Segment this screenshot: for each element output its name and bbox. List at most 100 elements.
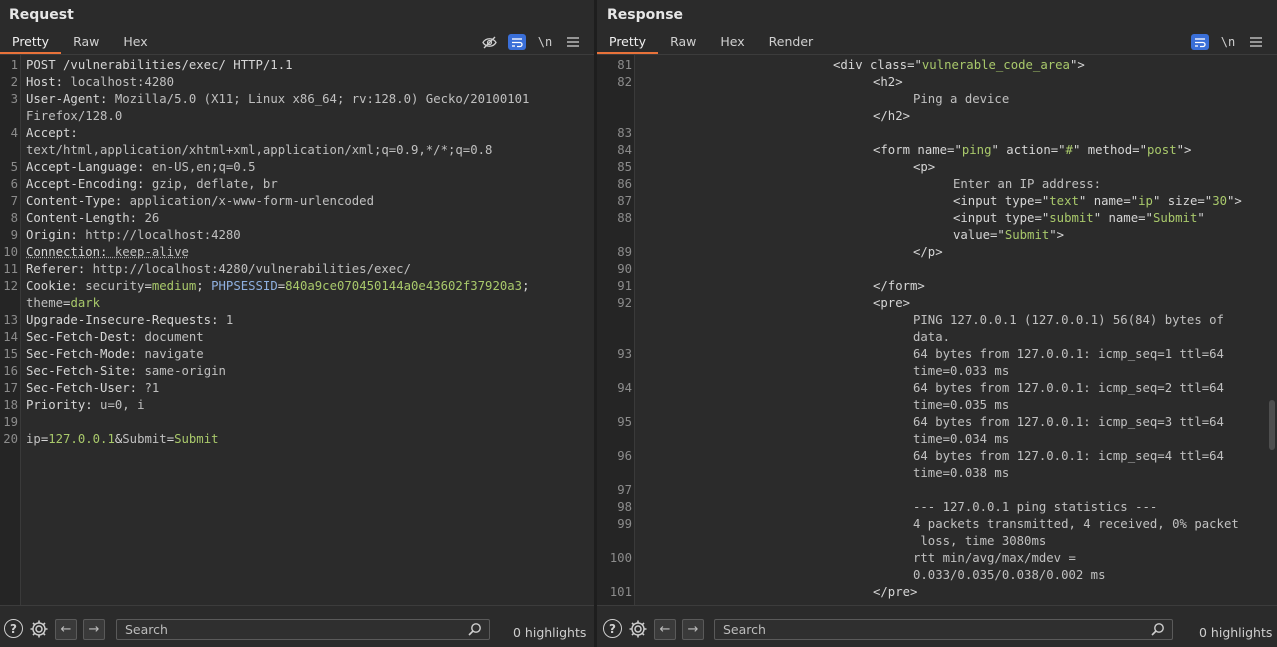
next-arrow-icon[interactable]: → [682,619,704,640]
response-editor[interactable]: 81 <div class="vulnerable_code_area"> 82 <h… [597,55,1277,605]
request-line-text: User-Agent: Mozilla/5.0 (X11; Linux x86_… [26,92,530,106]
search-icon [468,622,482,636]
response-line-number: 101 [609,585,632,599]
response-line-text: </pre> [873,585,918,599]
request-line-text: Firefox/128.0 [26,109,123,123]
response-line-text: time=0.035 ms [913,398,1010,412]
response-search-placeholder: Search [723,622,766,637]
request-pane: Request Pretty Raw Hex \n 1 POST /vulnera… [0,0,594,647]
response-line-text: <div class="vulnerable_code_area"> [833,58,1085,72]
response-line-number: 87 [617,194,632,208]
search-icon [1151,622,1165,636]
response-footer: ? ← → Search 0 highlights [597,605,1277,647]
request-line-number: 17 [3,381,18,395]
request-line-number: 6 [10,177,18,191]
settings-gear-icon[interactable] [628,619,648,639]
response-line-text: 0.033/0.035/0.038/0.002 ms [913,568,1106,582]
response-line-text: PING 127.0.0.1 (127.0.0.1) 56(84) bytes … [913,313,1224,327]
response-search-input[interactable]: Search [714,619,1173,640]
request-line-number: 10 [3,245,18,259]
response-line-text: <input type="submit" name="Submit" [953,211,1205,225]
newline-toggle-icon[interactable]: \n [1219,34,1237,50]
help-icon[interactable]: ? [4,619,23,638]
response-line-text: </p> [913,245,943,259]
response-line-number: 95 [617,415,632,429]
request-line-number: 9 [10,228,18,242]
menu-icon[interactable] [564,34,582,50]
request-line-text: Connection: keep-alive [26,245,189,259]
request-line-text: Sec-Fetch-Mode: navigate [26,347,204,361]
menu-icon[interactable] [1247,34,1265,50]
request-line-number: 4 [10,126,18,140]
response-line-number: 97 [617,483,632,497]
request-line-text: Accept-Language: en-US,en;q=0.5 [26,160,256,174]
response-line-text: data. [913,330,951,344]
response-line-number: 90 [617,262,632,276]
request-line-number: 19 [3,415,18,429]
response-line-number: 89 [617,245,632,259]
response-tab-hex[interactable]: Hex [708,32,756,54]
response-line-number: 99 [617,517,632,531]
request-line-number: 20 [3,432,18,446]
response-line-number: 82 [617,75,632,89]
response-line-text: Enter an IP address: [953,177,1102,191]
request-line-number: 13 [3,313,18,327]
response-line-text: </form> [873,279,925,293]
request-line-text: Host: localhost:4280 [26,75,175,89]
response-line-text: Ping a device [913,92,1010,106]
response-line-text: <p> [913,160,936,174]
wrap-lines-icon[interactable] [1191,34,1209,50]
response-line-text: value="Submit"> [953,228,1065,242]
request-tab-pretty[interactable]: Pretty [0,32,62,54]
previous-arrow-icon[interactable]: ← [55,619,77,640]
request-line-text: Content-Length: 26 [26,211,160,225]
response-line-text: time=0.038 ms [913,466,1010,480]
request-line-text: Accept: [26,126,86,140]
response-tab-render[interactable]: Render [757,32,826,54]
response-line-number: 94 [617,381,632,395]
request-line-text: Upgrade-Insecure-Requests: 1 [26,313,234,327]
request-line-text: Accept-Encoding: gzip, deflate, br [26,177,278,191]
response-line-text: 64 bytes from 127.0.0.1: icmp_seq=1 ttl=… [913,347,1224,361]
response-line-number: 83 [617,126,632,140]
request-line-number: 14 [3,330,18,344]
response-tab-raw[interactable]: Raw [658,32,708,54]
request-line-number: 3 [10,92,18,106]
response-scrollbar[interactable] [1269,400,1275,450]
wrap-lines-icon[interactable] [508,34,526,50]
request-search-input[interactable]: Search [116,619,490,640]
newline-toggle-icon[interactable]: \n [536,34,554,50]
request-line-text: text/html,application/xhtml+xml,applicat… [26,143,493,157]
request-editor[interactable]: 1 POST /vulnerabilities/exec/ HTTP/1.1 2 Ho… [0,55,594,605]
request-line-number: 16 [3,364,18,378]
request-line-number: 12 [3,279,18,293]
response-line-text: <h2> [873,75,903,89]
settings-gear-icon[interactable] [29,619,49,639]
request-tab-hex[interactable]: Hex [111,32,159,54]
previous-arrow-icon[interactable]: ← [654,619,676,640]
request-line-number: 15 [3,347,18,361]
response-line-text: 64 bytes from 127.0.0.1: icmp_seq=3 ttl=… [913,415,1224,429]
response-tab-pretty[interactable]: Pretty [597,32,659,54]
response-line-text: <input type="text" name="ip" size="30"> [953,194,1242,208]
request-line-number: 18 [3,398,18,412]
request-line-text: POST /vulnerabilities/exec/ HTTP/1.1 [26,58,293,72]
response-title: Response [607,7,684,23]
response-line-number: 92 [617,296,632,310]
help-icon[interactable]: ? [603,619,622,638]
request-line-number: 7 [10,194,18,208]
next-arrow-icon[interactable]: → [83,619,105,640]
request-line-number: 2 [10,75,18,89]
request-line-text: Cookie: security=medium; PHPSESSID=840a9… [26,279,530,293]
request-tab-raw[interactable]: Raw [61,32,111,54]
request-line-number: 5 [10,160,18,174]
response-line-number: 84 [617,143,632,157]
request-line-text: Sec-Fetch-Site: same-origin [26,364,226,378]
response-tabs: Pretty Raw Hex Render [597,32,825,54]
response-line-text: --- 127.0.0.1 ping statistics --- [913,500,1158,514]
response-line-text: 64 bytes from 127.0.0.1: icmp_seq=2 ttl=… [913,381,1224,395]
request-line-text: theme=dark [26,296,101,310]
hide-eye-slash-icon[interactable] [480,34,498,50]
request-footer: ? ← → Search 0 highlights [0,605,594,647]
request-line-text: Origin: http://localhost:4280 [26,228,241,242]
